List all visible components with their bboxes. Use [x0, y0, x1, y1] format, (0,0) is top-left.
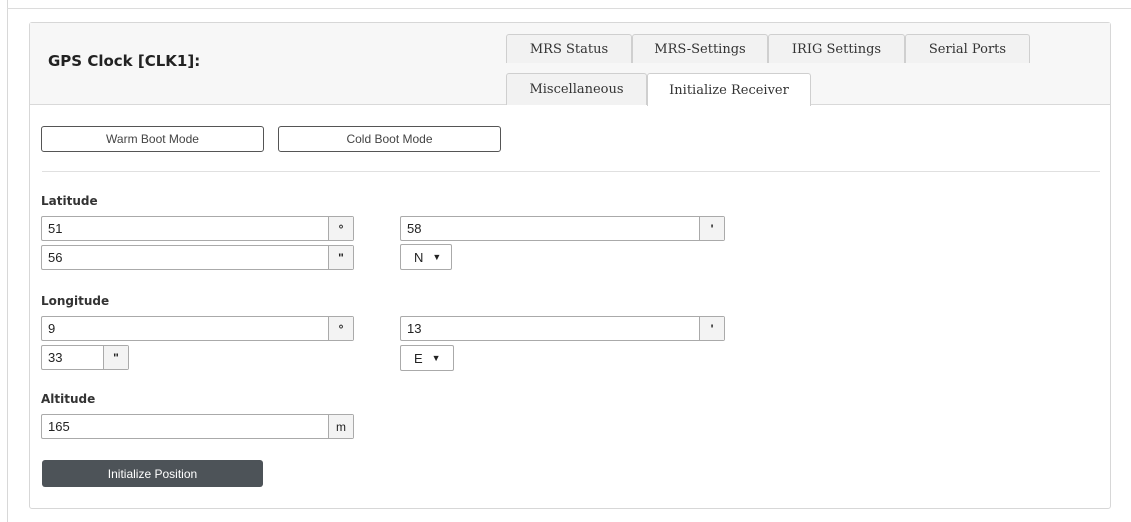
initialize-position-button[interactable]: Initialize Position: [42, 460, 263, 487]
longitude-hemisphere-value: E: [414, 350, 423, 366]
divider: [42, 171, 1100, 172]
window-border-top: [7, 8, 1131, 9]
tab-label: Miscellaneous: [529, 82, 624, 97]
longitude-label: Longitude: [41, 294, 110, 308]
latitude-hemisphere-select[interactable]: N ▼: [400, 244, 452, 270]
degree-unit: °: [328, 317, 353, 340]
tab-irig-settings[interactable]: IRIG Settings: [768, 34, 905, 63]
latitude-hemisphere-value: N: [414, 249, 424, 265]
tab-label: IRIG Settings: [791, 41, 882, 57]
latitude-degrees-value: 51: [48, 221, 63, 236]
tab-label: MRS-Settings: [654, 41, 746, 57]
longitude-degrees-field[interactable]: 9 °: [41, 316, 354, 341]
tab-miscellaneous[interactable]: Miscellaneous: [506, 73, 647, 105]
dropdown-arrow-icon: ▼: [431, 353, 441, 363]
minute-unit: ': [699, 317, 724, 340]
altitude-label: Altitude: [41, 392, 96, 406]
longitude-minutes-field[interactable]: 13 ': [400, 316, 725, 341]
longitude-hemisphere-select[interactable]: E ▼: [400, 345, 454, 371]
gps-clock-panel: GPS Clock [CLK1]: MRS Status MRS-Setting…: [29, 22, 1111, 509]
latitude-degrees-field[interactable]: 51 °: [41, 216, 354, 241]
latitude-minutes-field[interactable]: 58 ': [400, 216, 725, 241]
tab-label: Serial Ports: [928, 41, 1007, 57]
longitude-seconds-value: 33: [48, 350, 63, 365]
latitude-seconds-value: 56: [48, 250, 63, 265]
altitude-field[interactable]: 165 m: [41, 414, 354, 439]
minute-unit: ': [699, 217, 724, 240]
tab-serial-ports[interactable]: Serial Ports: [905, 34, 1030, 63]
tab-label: Initialize Receiver: [669, 82, 789, 98]
latitude-minutes-value: 58: [407, 221, 422, 236]
tab-mrs-settings[interactable]: MRS-Settings: [632, 34, 768, 63]
meter-unit: m: [328, 415, 353, 438]
longitude-seconds-field[interactable]: 33 ": [41, 345, 129, 370]
page-title: GPS Clock [CLK1]:: [48, 52, 201, 70]
latitude-seconds-field[interactable]: 56 ": [41, 245, 354, 270]
tab-label: MRS Status: [529, 41, 609, 57]
tab-initialize-receiver[interactable]: Initialize Receiver: [647, 73, 811, 106]
longitude-minutes-value: 13: [407, 321, 422, 336]
second-unit: ": [103, 346, 128, 369]
window-border-left: [7, 0, 8, 522]
dropdown-arrow-icon: ▼: [432, 252, 442, 262]
tab-mrs-status[interactable]: MRS Status: [506, 34, 632, 63]
longitude-degrees-value: 9: [48, 321, 56, 336]
panel-header: GPS Clock [CLK1]: MRS Status MRS-Setting…: [30, 23, 1110, 106]
latitude-label: Latitude: [41, 194, 98, 208]
second-unit: ": [328, 246, 353, 269]
degree-unit: °: [328, 217, 353, 240]
altitude-value: 165: [48, 419, 70, 434]
cold-boot-button[interactable]: Cold Boot Mode: [278, 126, 501, 152]
warm-boot-button[interactable]: Warm Boot Mode: [41, 126, 264, 152]
